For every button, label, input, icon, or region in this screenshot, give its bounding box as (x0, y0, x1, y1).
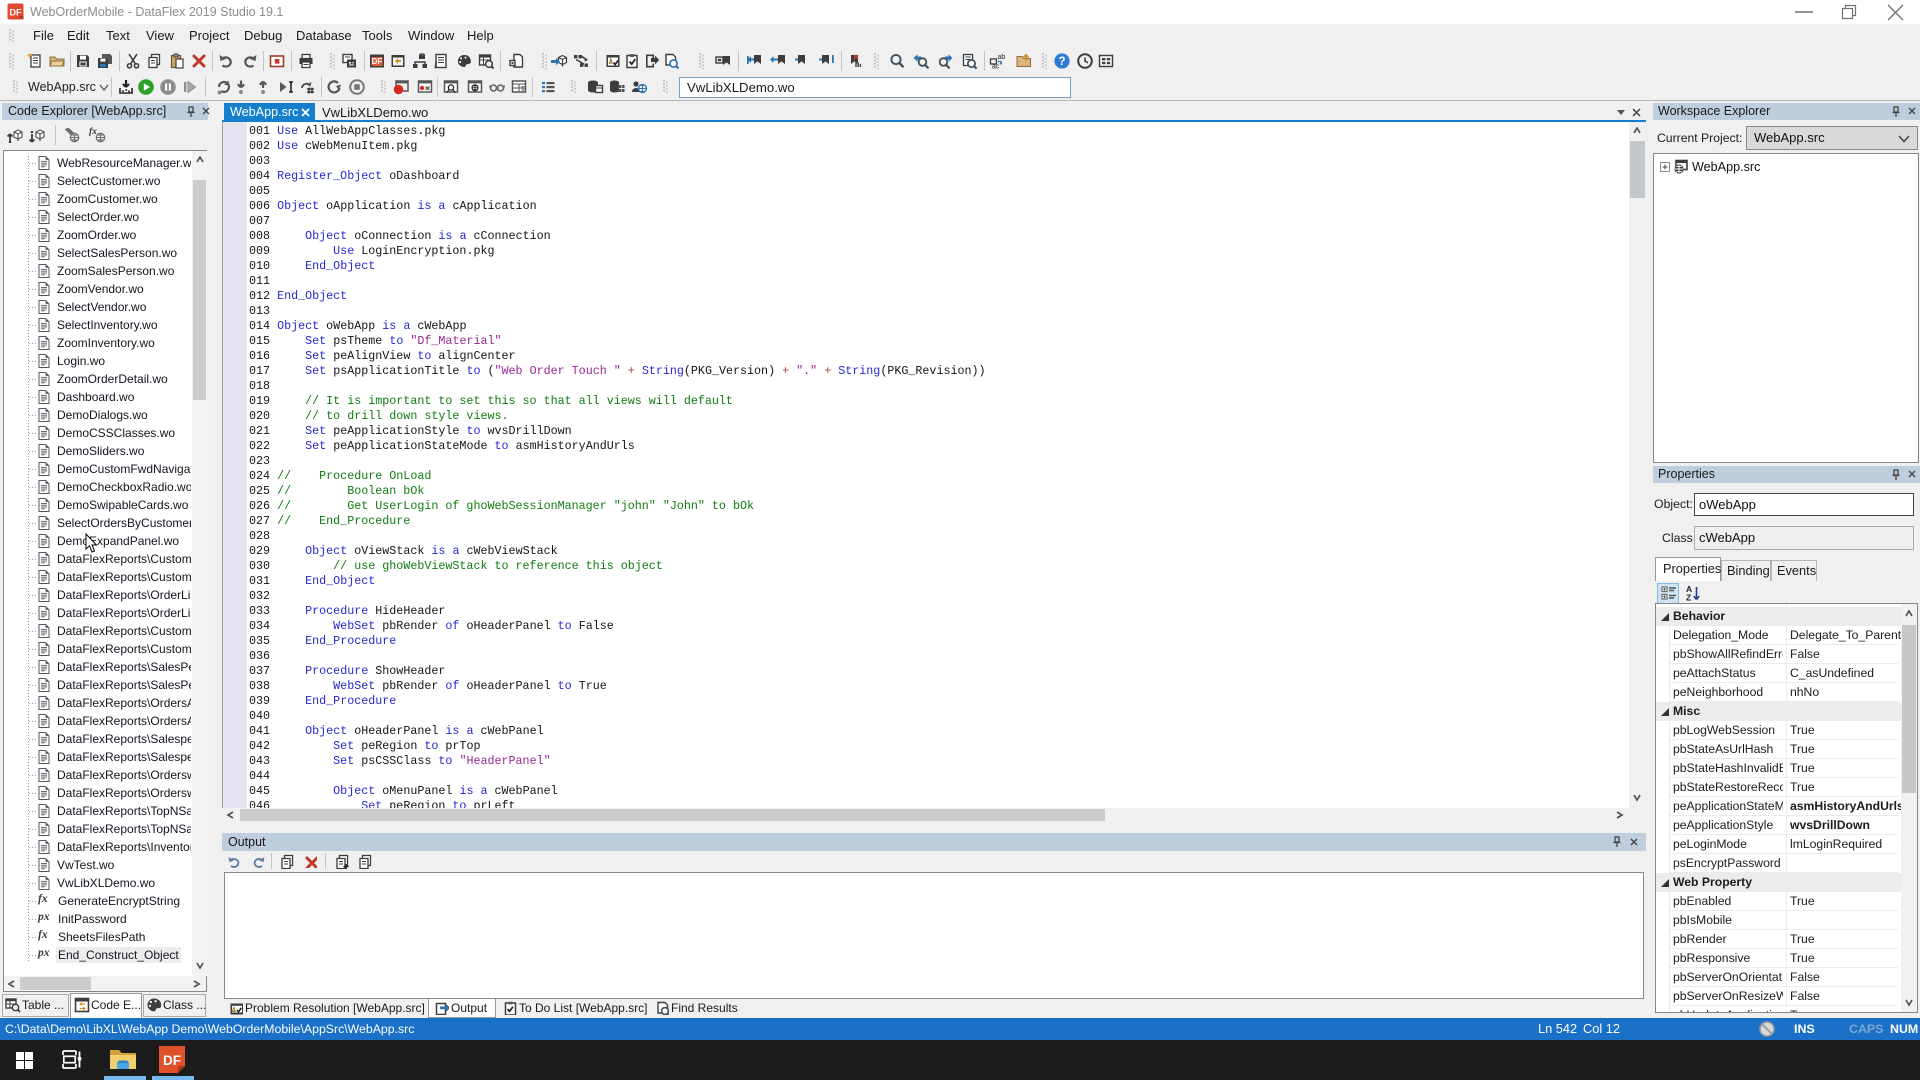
svg-text:DF: DF (372, 57, 383, 66)
svg-text:ac: ac (992, 64, 1000, 71)
svg-text:ab: ab (998, 54, 1006, 61)
svg-text:fx: fx (89, 127, 97, 137)
svg-text:DF: DF (10, 8, 22, 18)
svg-text:Z: Z (1686, 593, 1691, 602)
svg-text:?: ? (1058, 56, 1065, 68)
svg-text:DF: DF (163, 1053, 181, 1068)
